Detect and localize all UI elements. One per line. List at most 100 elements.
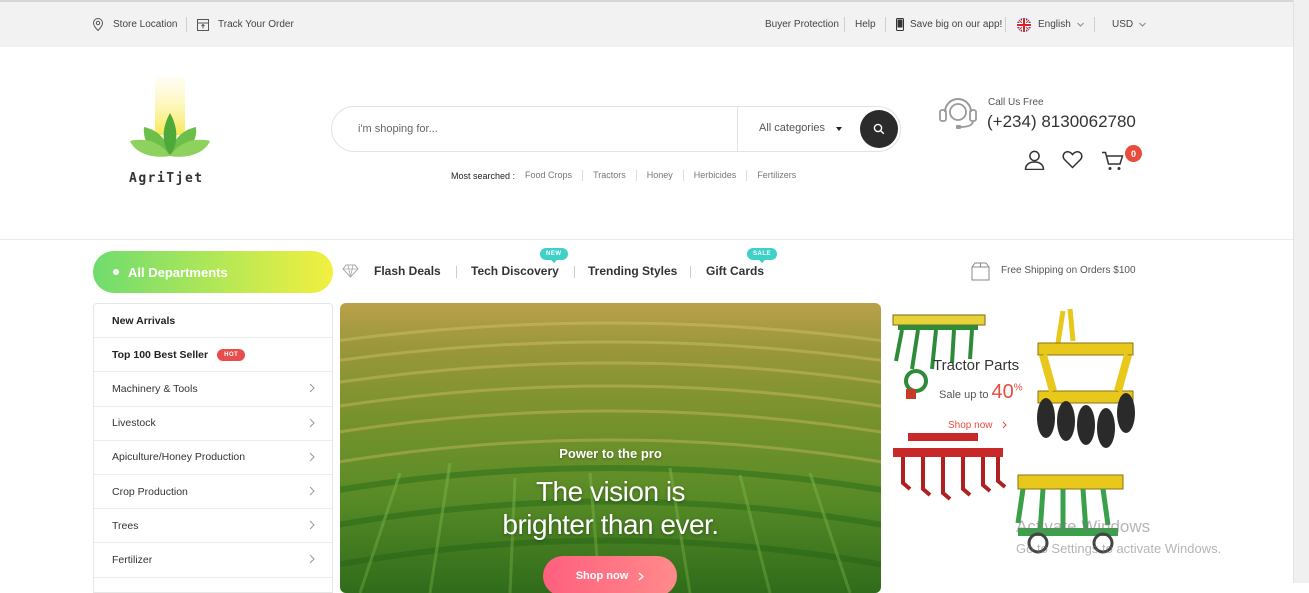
most-searched-link[interactable]: Food Crops [515,170,584,181]
sidebar-item-new-arrivals[interactable]: New Arrivals [94,304,332,339]
hot-badge: HOT [217,348,246,361]
sidebar-item-label: Trees [112,519,139,532]
sidebar-item-machinery[interactable]: Machinery & Tools [94,372,332,407]
most-searched-link[interactable]: Fertilizers [747,170,806,181]
track-order-label: Track Your Order [218,19,294,30]
divider [574,266,575,278]
sidebar-item-fertilizer[interactable]: Fertilizer [94,543,332,578]
chevron-right-icon [638,572,645,580]
language-selector[interactable]: English [1017,2,1084,47]
divider [844,17,845,32]
sidebar-item-trees[interactable]: Trees [94,509,332,544]
departments-sidebar: New Arrivals Top 100 Best Seller HOT Mac… [93,303,333,593]
sidebar-item-top-100[interactable]: Top 100 Best Seller HOT [94,338,332,373]
windows-activation-text: Go to Settings to activate Windows. [1016,541,1222,556]
search-button[interactable] [860,110,898,148]
search-input[interactable] [358,119,718,139]
chevron-right-icon [309,554,315,564]
language-label: English [1038,19,1071,30]
store-location-label: Store Location [113,19,178,30]
hero-banner: Power to the pro The vision is brighter … [340,303,881,593]
nav-trending-styles[interactable]: Trending Styles [588,264,677,278]
phone-number[interactable]: (+234) 8130062780 [987,112,1136,132]
top-bar: Store Location Track Your Order Buyer Pr… [0,0,1293,47]
hero-shop-now-button[interactable]: Shop now [543,556,677,593]
divider [737,107,738,151]
lotus-logo-icon [130,77,210,157]
chevron-right-icon [309,418,315,427]
free-shipping-text: Free Shipping on Orders $100 [1001,265,1136,276]
hero-button-label: Shop now [575,570,629,582]
hero-title-line: brighter than ever. [502,509,719,540]
sidebar-item-label: Crop Production [112,485,188,498]
chevron-right-icon [1002,422,1007,429]
buyer-protection-link[interactable]: Buyer Protection [765,2,839,47]
most-searched-link[interactable]: Honey [637,170,684,181]
diamond-icon [342,264,359,278]
page-scrollbar[interactable] [1293,0,1309,583]
hero-title: The vision is brighter than ever. [340,475,881,541]
heart-icon[interactable] [1062,150,1083,169]
box-icon [197,18,209,31]
category-select[interactable]: All categories [759,122,825,134]
sidebar-item-label: Fertilizer [112,553,153,566]
promo-shop-label: Shop now [948,420,993,431]
promo-title: Tractor Parts [933,357,1020,374]
smartphone-icon [896,18,904,31]
chevron-right-icon [309,452,315,462]
nav-tech-discovery[interactable]: Tech Discovery [471,264,559,278]
cart-icon[interactable] [1101,151,1125,171]
app-promo-label: Save big on our app! [910,19,1003,30]
search-icon [873,123,885,135]
sidebar-item-crop-production[interactable]: Crop Production [94,475,332,510]
cart-count-badge: 0 [1125,145,1142,162]
caret-down-icon [836,127,842,131]
hero-title-line: The vision is [535,476,686,507]
help-link[interactable]: Help [855,2,876,47]
store-location-link[interactable]: Store Location [92,2,178,47]
app-promo-link[interactable]: Save big on our app! [896,2,1002,47]
chevron-right-icon [309,486,315,496]
divider [1005,17,1006,32]
main-nav: All Departments Flash Deals Tech Discove… [0,241,1293,301]
divider [690,266,691,278]
sidebar-item-apiculture[interactable]: Apiculture/Honey Production [94,441,332,475]
help-label: Help [855,19,876,30]
divider [456,266,457,278]
call-us-label: Call Us Free [988,97,1044,108]
promo-sale-unit: % [1013,382,1023,394]
chevron-right-icon [309,384,315,393]
currency-selector[interactable]: USD [1112,2,1146,47]
all-departments-label: All Departments [128,264,228,280]
sale-badge: SALE [747,248,778,263]
sidebar-item-label: Apiculture/Honey Production [112,451,246,464]
sidebar-item-label: Machinery & Tools [112,382,198,395]
nav-flash-deals[interactable]: Flash Deals [374,264,441,278]
track-order-link[interactable]: Track Your Order [197,2,294,47]
all-departments-button[interactable]: All Departments [93,251,333,293]
most-searched-link[interactable]: Tractors [583,170,637,181]
search-bar: All categories [331,106,901,152]
windows-activation-title: Activate Windows [1016,517,1151,536]
promo-sale-text: Sale up to [939,389,989,401]
logo-text: AgriTjet [129,171,204,186]
most-searched: Most searched : Food Crops Tractors Hone… [451,170,806,181]
divider [186,17,187,32]
nav-gift-cards[interactable]: Gift Cards [706,264,764,278]
headset-support-icon [939,98,977,129]
hero-subtitle: Power to the pro [559,446,662,461]
logo[interactable]: AgriTjet [118,77,223,207]
chevron-down-icon [1139,22,1146,27]
new-badge: NEW [540,248,568,263]
most-searched-label: Most searched : [451,170,516,181]
bullet-icon [113,269,119,275]
package-icon [971,262,990,281]
most-searched-link[interactable]: Herbicides [684,170,748,181]
sidebar-item-label: Livestock [112,417,156,430]
user-icon[interactable] [1024,150,1045,170]
uk-flag-icon [1017,17,1031,32]
promo-shop-now-link[interactable]: Shop now [948,420,1007,431]
sidebar-item-livestock[interactable]: Livestock [94,407,332,441]
buyer-protection-label: Buyer Protection [765,19,839,30]
currency-label: USD [1112,19,1134,30]
